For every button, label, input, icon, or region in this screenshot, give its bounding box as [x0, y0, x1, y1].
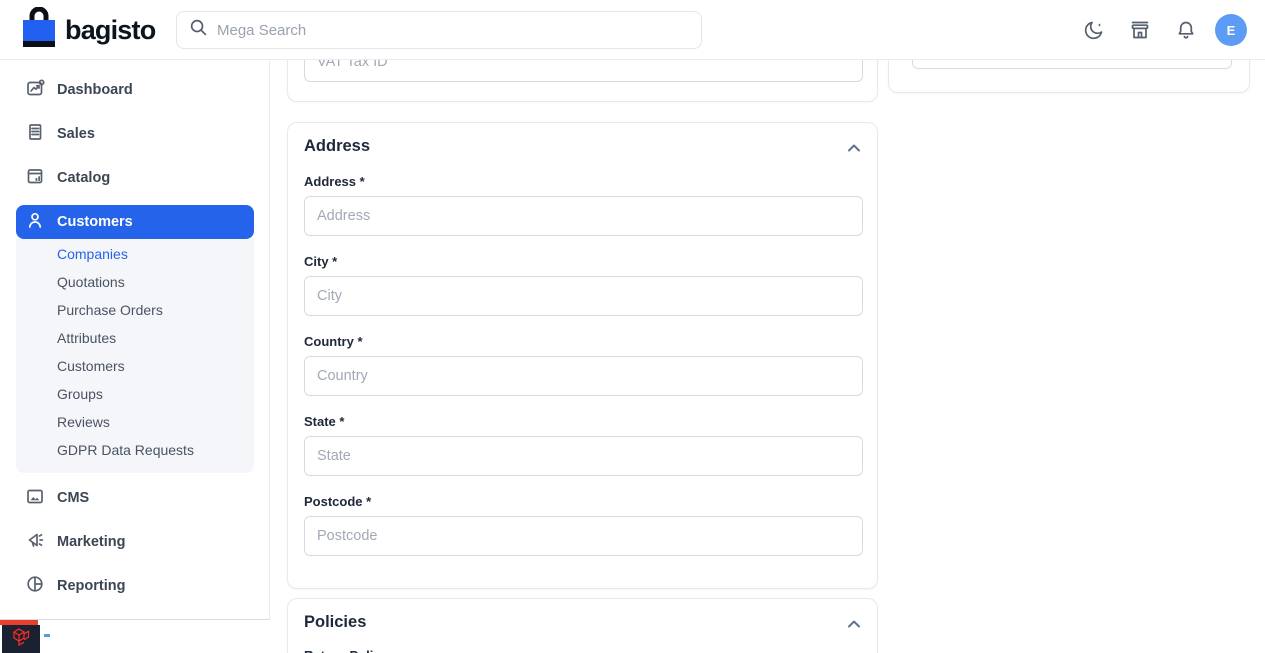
marketing-icon: [25, 530, 45, 555]
sidebar-item-customers[interactable]: Customers: [16, 205, 254, 239]
storefront-icon: [1128, 30, 1152, 45]
policies-section-title: Policies: [304, 613, 366, 632]
submenu-item-attributes[interactable]: Attributes: [16, 324, 254, 352]
return-policy-label: Return Policy: [304, 648, 388, 653]
city-input[interactable]: [304, 276, 863, 316]
country-input[interactable]: [304, 356, 863, 396]
submenu-item-purchase-orders[interactable]: Purchase Orders: [16, 296, 254, 324]
state-field-group: State *: [304, 414, 863, 476]
sidebar-item-sales[interactable]: Sales: [0, 112, 270, 156]
brand-name: bagisto: [65, 15, 155, 46]
sidebar-item-label: Marketing: [57, 534, 126, 550]
submenu-item-gdpr-data-requests[interactable]: GDPR Data Requests: [16, 436, 254, 464]
sidebar-item-dashboard[interactable]: Dashboard: [0, 68, 270, 112]
address-field-group: Address *: [304, 174, 863, 236]
address-input[interactable]: [304, 196, 863, 236]
user-avatar[interactable]: E: [1215, 14, 1247, 46]
dashboard-icon: [25, 78, 45, 103]
sidebar: Dashboard Sales: [0, 60, 270, 653]
bell-icon: [1174, 30, 1198, 45]
submenu-item-companies[interactable]: Companies: [16, 240, 254, 268]
sidebar-item-cms[interactable]: CMS: [0, 476, 270, 520]
submenu-item-quotations[interactable]: Quotations: [16, 268, 254, 296]
customers-submenu: Companies Quotations Purchase Orders Att…: [16, 239, 254, 473]
country-field-label: Country *: [304, 334, 863, 350]
postcode-field-label: Postcode *: [304, 494, 863, 510]
channels-button[interactable]: [1128, 18, 1152, 42]
city-field-group: City *: [304, 254, 863, 316]
sidebar-item-label: Reporting: [57, 578, 125, 594]
state-input[interactable]: [304, 436, 863, 476]
submenu-item-customers[interactable]: Customers: [16, 352, 254, 380]
shopping-bag-icon: [20, 7, 58, 54]
search-input[interactable]: [217, 22, 689, 39]
submenu-item-groups[interactable]: Groups: [16, 380, 254, 408]
admin-screen: Address Address * City * Country * State…: [0, 0, 1265, 653]
sidebar-item-label: Customers: [57, 214, 133, 230]
customers-icon: [25, 210, 45, 235]
notifications-button[interactable]: [1174, 18, 1198, 42]
sidebar-item-label: Sales: [57, 126, 95, 142]
policies-collapse-button[interactable]: [845, 616, 863, 634]
submenu-item-reviews[interactable]: Reviews: [16, 408, 254, 436]
moon-icon: [1082, 30, 1106, 45]
city-field-label: City *: [304, 254, 863, 270]
policies-card: Policies Return Policy: [287, 598, 878, 653]
state-field-label: State *: [304, 414, 863, 430]
debugbar-toggle[interactable]: [2, 625, 40, 653]
address-collapse-button[interactable]: [845, 140, 863, 158]
address-section-title: Address: [304, 137, 370, 156]
sidebar-item-marketing[interactable]: Marketing: [0, 520, 270, 564]
catalog-icon: [25, 166, 45, 191]
laravel-logo-icon: [10, 626, 32, 653]
dark-mode-button[interactable]: [1082, 18, 1106, 42]
sidebar-item-label: CMS: [57, 490, 89, 506]
sidebar-item-reporting[interactable]: Reporting: [0, 564, 270, 608]
chevron-up-icon: [845, 143, 863, 158]
postcode-input[interactable]: [304, 516, 863, 556]
search-icon: [189, 18, 208, 42]
address-field-label: Address *: [304, 174, 863, 190]
sidebar-item-label: Catalog: [57, 170, 110, 186]
top-header: bagisto: [0, 0, 1265, 60]
debugbar: [0, 619, 270, 653]
address-card: Address Address * City * Country * State…: [287, 122, 878, 589]
debugbar-open-handle[interactable]: [44, 634, 50, 637]
sidebar-item-catalog[interactable]: Catalog: [0, 156, 270, 200]
country-field-group: Country *: [304, 334, 863, 396]
sales-icon: [25, 122, 45, 147]
chevron-up-icon: [845, 619, 863, 634]
reporting-icon: [25, 574, 45, 599]
sidebar-item-label: Dashboard: [57, 82, 133, 98]
cms-icon: [25, 486, 45, 511]
mega-search: [176, 11, 702, 49]
bagisto-logo[interactable]: bagisto: [20, 9, 155, 51]
postcode-field-group: Postcode *: [304, 494, 863, 556]
